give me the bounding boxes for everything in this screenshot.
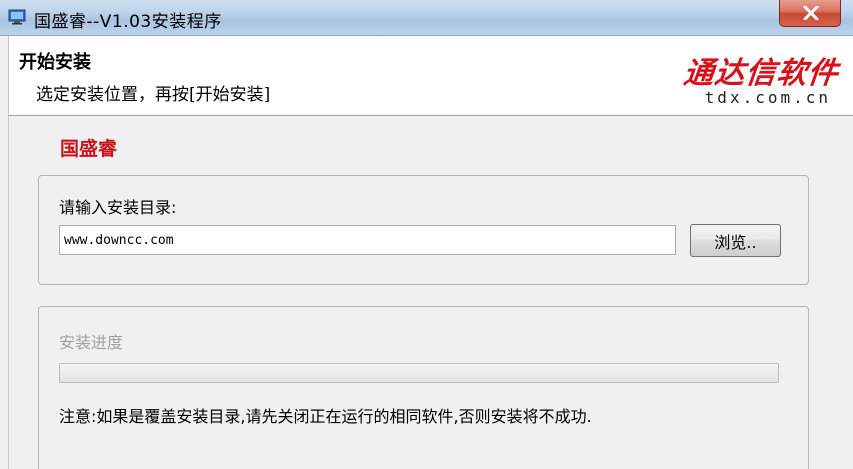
- brand-logo: 通达信软件: [681, 56, 841, 91]
- install-dir-input[interactable]: [59, 225, 676, 255]
- brand-url: tdx.com.cn: [704, 88, 831, 107]
- header-panel: 开始安装 选定安装位置，再按[开始安装] 通达信软件 tdx.com.cn: [8, 36, 853, 116]
- installer-window: 国盛睿--V1.03安装程序 开始安装 选定安装位置，再按[开始安装] 通达信软…: [0, 0, 853, 469]
- monitor-icon: [8, 9, 26, 25]
- install-notice: 注意:如果是覆盖安装目录,请先关闭正在运行的相同软件,否则安装将不成功.: [59, 407, 592, 426]
- progress-bar: [59, 363, 779, 383]
- install-dir-group: 请输入安装目录: 浏览..: [38, 175, 809, 285]
- close-icon: [803, 6, 819, 20]
- progress-label: 安装进度: [59, 333, 124, 352]
- app-name: 国盛睿: [60, 138, 118, 160]
- page-subtitle: 选定安装位置，再按[开始安装]: [36, 85, 271, 105]
- close-button[interactable]: [779, 0, 841, 27]
- window-border: [8, 116, 9, 469]
- title-bar[interactable]: 国盛睿--V1.03安装程序: [0, 0, 853, 36]
- browse-button[interactable]: 浏览..: [690, 224, 781, 257]
- install-progress-group: 安装进度 注意:如果是覆盖安装目录,请先关闭正在运行的相同软件,否则安装将不成功…: [38, 306, 809, 469]
- install-dir-label: 请输入安装目录:: [59, 198, 177, 217]
- page-title: 开始安装: [19, 52, 91, 73]
- window-title: 国盛睿--V1.03安装程序: [34, 12, 222, 32]
